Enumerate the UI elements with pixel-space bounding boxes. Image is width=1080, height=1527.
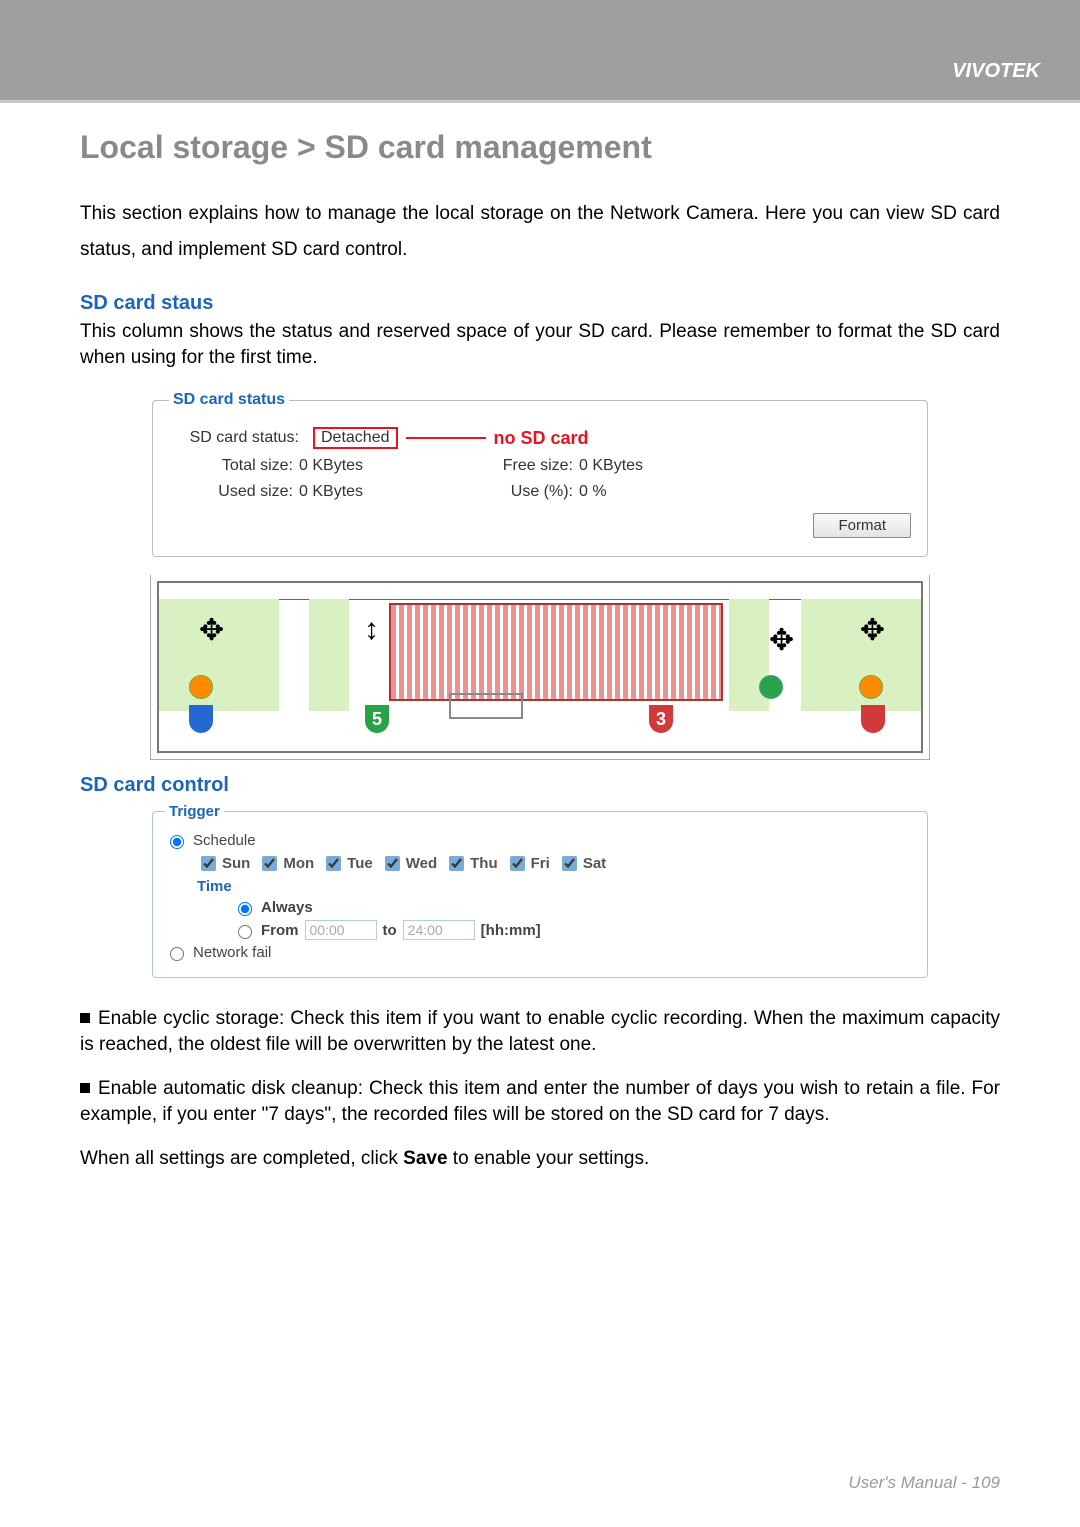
time-always-radio[interactable] bbox=[238, 902, 252, 916]
free-size-value: 0 KBytes bbox=[579, 457, 699, 475]
to-label: to bbox=[383, 922, 397, 939]
bullet-list: Enable cyclic storage: Check this item i… bbox=[80, 1006, 1000, 1128]
red-handle-icon bbox=[861, 705, 885, 733]
day-thu-checkbox[interactable] bbox=[449, 856, 464, 871]
day-wed-checkbox[interactable] bbox=[385, 856, 400, 871]
list-item: Enable cyclic storage: Check this item i… bbox=[80, 1006, 1000, 1058]
mouse-pointer-icon: ↕ bbox=[364, 613, 379, 647]
schedule-radio[interactable] bbox=[170, 835, 184, 849]
section-status-desc: This column shows the status and reserve… bbox=[80, 319, 1000, 371]
brand-label: VIVOTEK bbox=[952, 60, 1040, 83]
mouse-pointer-icon: ✥ bbox=[860, 613, 885, 648]
from-time-input[interactable] bbox=[305, 920, 377, 940]
schedule-label: Schedule bbox=[193, 832, 256, 849]
network-fail-radio[interactable] bbox=[170, 947, 184, 961]
trigger-legend: Trigger bbox=[165, 803, 224, 820]
sd-status-label: SD card status: bbox=[169, 429, 299, 447]
trigger-panel: Trigger Schedule Sun Mon Tue Wed Thu Fri… bbox=[152, 803, 928, 978]
range-box-icon bbox=[449, 693, 523, 719]
use-pct-label: Use (%): bbox=[419, 483, 579, 501]
footer: User's Manual - 109 bbox=[848, 1473, 1000, 1493]
header-bar: VIVOTEK bbox=[0, 0, 1080, 100]
green-handle-icon: 5 bbox=[365, 705, 389, 733]
mouse-pointer-icon: ✥ bbox=[199, 613, 224, 648]
sd-status-value: Detached bbox=[313, 427, 398, 449]
intro-text: This section explains how to manage the … bbox=[80, 196, 1000, 268]
used-size-label: Used size: bbox=[169, 483, 299, 501]
time-heading: Time bbox=[197, 878, 232, 895]
day-tue-checkbox[interactable] bbox=[326, 856, 341, 871]
sd-status-legend: SD card status bbox=[169, 391, 289, 409]
total-size-value: 0 KBytes bbox=[299, 457, 419, 475]
time-always-label: Always bbox=[261, 899, 313, 916]
free-size-label: Free size: bbox=[419, 457, 579, 475]
page-title: Local storage > SD card management bbox=[80, 129, 1000, 166]
section-status-heading: SD card staus bbox=[80, 292, 1000, 315]
red-handle-icon: 3 bbox=[649, 705, 673, 733]
orange-marker-icon bbox=[859, 675, 883, 699]
use-pct-value: 0 % bbox=[579, 483, 699, 501]
closing-text: When all settings are completed, click S… bbox=[80, 1146, 1000, 1172]
day-fri-checkbox[interactable] bbox=[510, 856, 525, 871]
day-sun-checkbox[interactable] bbox=[201, 856, 216, 871]
schedule-graphic: ✥ ↕ 5 3 ✥ ✥ bbox=[150, 575, 930, 760]
callout-line bbox=[406, 437, 486, 439]
used-size-value: 0 KBytes bbox=[299, 483, 419, 501]
network-fail-label: Network fail bbox=[193, 944, 271, 961]
mouse-pointer-icon: ✥ bbox=[769, 623, 794, 658]
day-checkboxes: Sun Mon Tue Wed Thu Fri Sat bbox=[165, 853, 915, 874]
day-mon-checkbox[interactable] bbox=[262, 856, 277, 871]
list-item: Enable automatic disk cleanup: Check thi… bbox=[80, 1076, 1000, 1128]
day-sat-checkbox[interactable] bbox=[562, 856, 577, 871]
format-button[interactable]: Format bbox=[813, 513, 911, 538]
time-from-radio[interactable] bbox=[238, 925, 252, 939]
hhmm-label: [hh:mm] bbox=[481, 922, 541, 939]
section-control-heading: SD card control bbox=[80, 774, 1000, 797]
sd-status-panel: SD card status SD card status: Detached … bbox=[152, 391, 928, 557]
no-sd-card-callout: no SD card bbox=[494, 428, 589, 449]
from-label: From bbox=[261, 922, 299, 939]
to-time-input[interactable] bbox=[403, 920, 475, 940]
total-size-label: Total size: bbox=[169, 457, 299, 475]
orange-marker-icon bbox=[759, 675, 783, 699]
orange-marker-icon bbox=[189, 675, 213, 699]
blue-handle-icon bbox=[189, 705, 213, 733]
